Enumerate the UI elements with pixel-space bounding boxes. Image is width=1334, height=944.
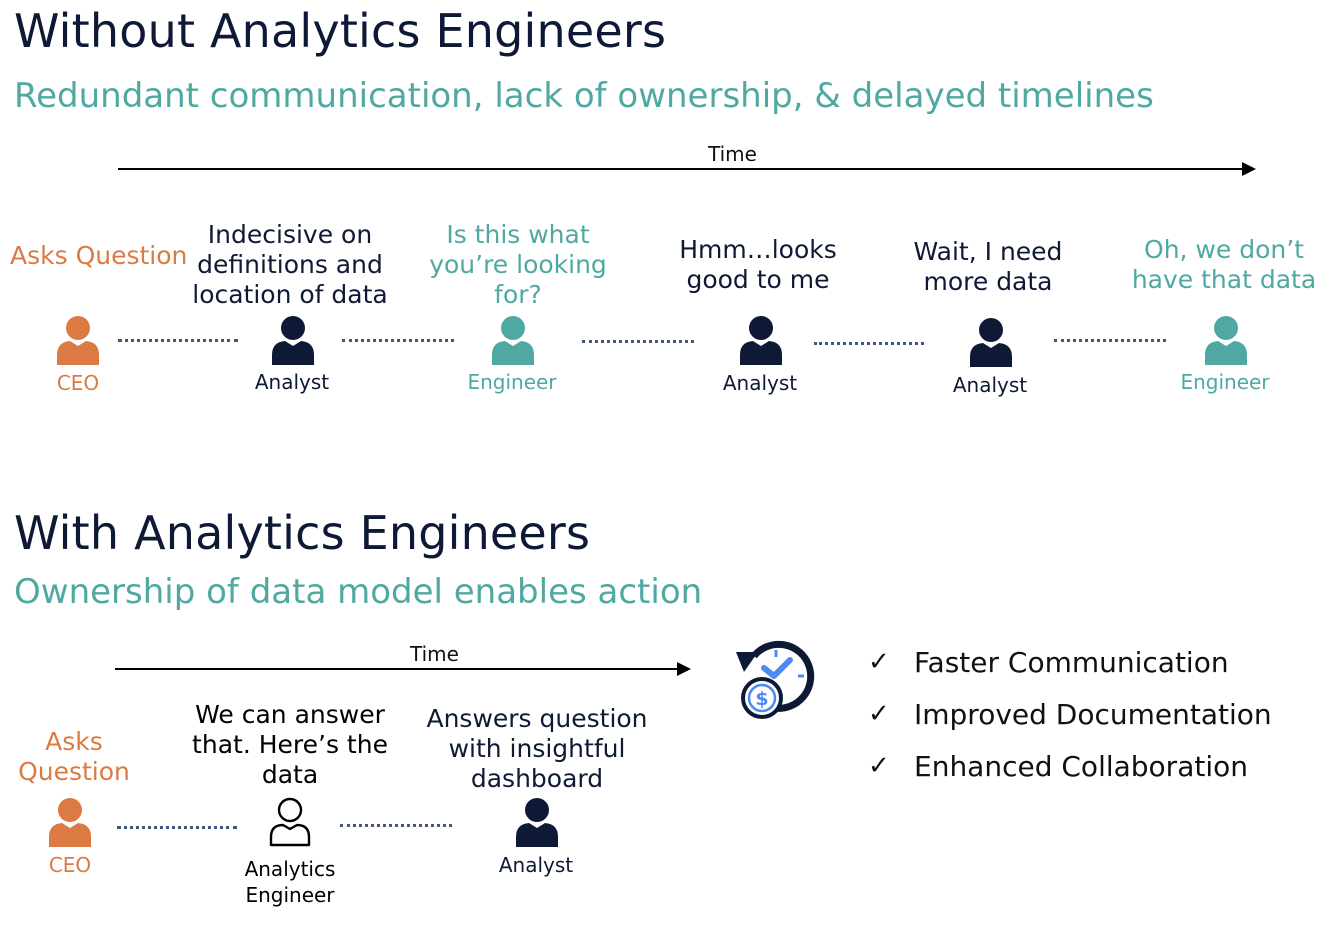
- step-caption: Asks Question: [18, 727, 130, 786]
- person-icon-engineer: [1205, 316, 1247, 365]
- step-caption: Is this what you’re looking for?: [429, 220, 607, 309]
- section-title-with: With Analytics Engineers: [14, 506, 591, 560]
- check-icon: ✓: [868, 699, 890, 729]
- person-icon-analyst: [272, 316, 314, 365]
- step-caption: Asks Question: [10, 241, 188, 270]
- time-label-without: Time: [708, 142, 757, 166]
- benefits-list: ✓ Faster Communication ✓ Improved Docume…: [868, 636, 1272, 792]
- role-label-analyst: Analyst: [254, 370, 330, 394]
- connector-dotted: [118, 339, 238, 342]
- benefit-item: ✓ Faster Communication: [868, 645, 1229, 679]
- role-label-ceo: CEO: [48, 853, 92, 877]
- section-title-without: Without Analytics Engineers: [14, 4, 667, 58]
- section-subtitle-without: Redundant communication, lack of ownersh…: [14, 76, 1154, 116]
- time-arrow-without: [118, 162, 1256, 176]
- person-icon-ceo: [49, 798, 91, 847]
- step-caption: We can answer that. Here’s the data: [192, 700, 388, 789]
- role-label-engineer: Engineer: [1180, 370, 1270, 394]
- connector-dotted: [342, 339, 454, 342]
- section-subtitle-with: Ownership of data model enables action: [14, 572, 703, 612]
- step-caption: Hmm…looks good to me: [679, 235, 837, 294]
- step-caption: Indecisive on definitions and location o…: [192, 220, 388, 309]
- role-label-analyst: Analyst: [952, 373, 1028, 397]
- time-arrow-with: [115, 662, 691, 676]
- role-label-analyst: Analyst: [722, 371, 798, 395]
- step-caption: Answers question with insightful dashboa…: [426, 704, 648, 793]
- role-label-analyst: Analyst: [498, 853, 574, 877]
- role-label-engineer: Engineer: [467, 370, 557, 394]
- person-icon-engineer: [492, 316, 534, 365]
- step-caption: Oh, we don’t have that data: [1131, 235, 1317, 294]
- person-icon-analyst: [740, 316, 782, 365]
- svg-text:$: $: [755, 688, 768, 710]
- role-label-ceo: CEO: [56, 371, 100, 395]
- connector-dotted: [117, 826, 237, 829]
- connector-dotted: [340, 824, 452, 827]
- check-icon: ✓: [868, 647, 890, 677]
- connector-dotted: [1054, 339, 1166, 342]
- check-icon: ✓: [868, 751, 890, 781]
- connector-dotted: [814, 342, 924, 345]
- role-label-analytics-engineer: Analytics Engineer: [244, 857, 336, 907]
- time-money-icon: $: [736, 640, 815, 719]
- person-icon-analyst: [970, 318, 1012, 367]
- step-caption: Wait, I need more data: [913, 237, 1063, 296]
- person-icon-ceo: [57, 316, 99, 365]
- time-label-with: Time: [410, 642, 459, 666]
- person-icon-analyst: [516, 798, 558, 847]
- benefit-item: ✓ Enhanced Collaboration: [868, 749, 1248, 783]
- benefit-item: ✓ Improved Documentation: [868, 697, 1272, 731]
- person-icon-analytics-engineer: [269, 797, 311, 847]
- connector-dotted: [582, 340, 694, 343]
